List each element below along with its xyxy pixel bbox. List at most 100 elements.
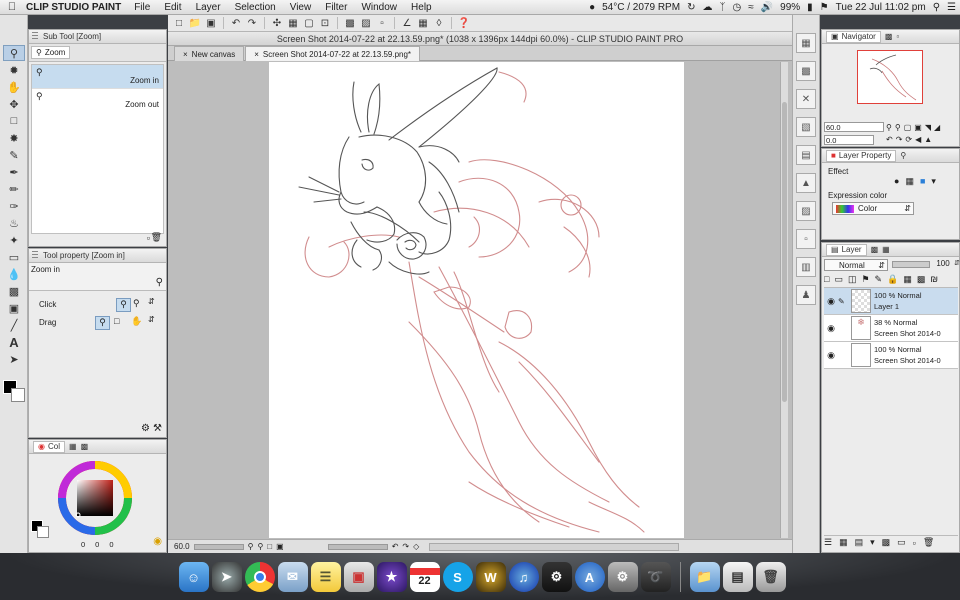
warcraft-icon[interactable]: W [475, 562, 506, 592]
eye-icon[interactable]: ◉ [824, 296, 838, 307]
zoom-tool-icon[interactable]: ⚲ [3, 45, 25, 61]
navigator-rotate-field[interactable]: 0.0 [824, 135, 874, 145]
vertical-scrollbar[interactable] [780, 62, 788, 538]
effect-dropdown-icon[interactable]: ▾ [931, 176, 936, 187]
eyedropper-icon[interactable]: ✎ [3, 147, 25, 163]
apple-icon[interactable]:  [0, 1, 24, 13]
undo-icon[interactable]: ↶ [229, 17, 243, 30]
invert-selection-icon[interactable]: ▨ [359, 17, 373, 30]
drag-stepper[interactable]: ⇵ [148, 315, 155, 324]
nav-flip-h-icon[interactable]: ◥ [925, 123, 931, 132]
combine-icon[interactable]: ▭ [897, 537, 906, 548]
gradient-icon[interactable]: ▣ [3, 300, 25, 316]
transform-icon[interactable]: ▢ [302, 17, 316, 30]
layer-tab-extra-icon[interactable]: ▩ [871, 245, 879, 254]
mail-icon[interactable]: ✉ [277, 562, 308, 592]
new-vector-icon[interactable]: ▭ [834, 274, 843, 285]
material-icon-3[interactable]: ✕ [796, 89, 816, 109]
click-zoom-out-icon[interactable]: ⚲ [133, 298, 140, 309]
settings-gear-icon[interactable]: ⚙ [141, 423, 150, 434]
subview-tab-icon[interactable]: ▩ [885, 32, 893, 41]
layer-row[interactable]: ◉ ✎ 100 % Normal Layer 1 [824, 288, 958, 315]
search-layer-tab-icon[interactable]: ⚲ [900, 151, 906, 160]
wifi-icon[interactable]: ≈ [748, 2, 754, 13]
finder-icon[interactable]: ☺ [178, 562, 209, 592]
pencil-tool-icon[interactable]: ✏ [3, 181, 25, 197]
nav-rotate-right-icon[interactable]: ↷ [896, 135, 903, 144]
nav-fit-icon[interactable]: ▢ [904, 123, 912, 132]
horizontal-scrollbar[interactable] [429, 542, 680, 551]
auto-select-icon[interactable]: ✸ [3, 130, 25, 146]
trash-can-icon[interactable]: 🗑 [755, 562, 786, 592]
trash-icon[interactable]: 🗑 [151, 232, 162, 243]
spotlight-icon[interactable]: ⚲ [933, 2, 940, 13]
wrench-icon[interactable]: ⚲ [156, 277, 163, 288]
subtool-item-zoom-in[interactable]: ⚲ Zoom in [32, 65, 163, 88]
tab-new-canvas[interactable]: × New canvas [174, 46, 245, 61]
steam-icon[interactable]: ⚙ [541, 562, 572, 592]
color-wheel-tab[interactable]: ◉ Col [33, 440, 65, 453]
app-menu[interactable]: CLIP STUDIO PAINT [24, 2, 127, 13]
eye-icon[interactable]: ◉ [824, 350, 838, 361]
duplicate-layer-icon[interactable]: ▫ [913, 538, 916, 548]
menu-edit[interactable]: Edit [157, 2, 188, 13]
effect-color-icon[interactable]: ■ [920, 176, 925, 187]
skype-icon[interactable]: S [442, 562, 473, 592]
figure-icon[interactable]: ╱ [3, 317, 25, 333]
time-machine-icon[interactable]: ◷ [732, 2, 741, 13]
animation-tab-icon[interactable]: ▦ [882, 245, 890, 254]
tab-close-icon[interactable]: × [254, 50, 259, 59]
nav-flip2-icon[interactable]: ▲ [924, 135, 932, 144]
new-raster-icon[interactable]: □ [824, 274, 829, 284]
selection-tool-icon[interactable]: □ [3, 113, 25, 129]
material-icon-7[interactable]: ▨ [796, 201, 816, 221]
clear-icon[interactable]: ✣ [270, 17, 284, 30]
nav-zoom-in-icon[interactable]: ⚲ [895, 123, 901, 132]
click-stepper[interactable]: ⇵ [148, 297, 155, 306]
volume-icon[interactable]: 🔊 [761, 2, 773, 13]
mask-icon[interactable]: ▩ [917, 274, 926, 285]
menu-filter[interactable]: Filter [318, 2, 354, 13]
menu-window[interactable]: Window [354, 2, 404, 13]
temperature-icon[interactable]: ● [589, 2, 595, 13]
opacity-stepper[interactable]: ⇵ [954, 259, 960, 267]
rotate-left-icon[interactable]: ↶ [392, 542, 399, 551]
tab-screenshot[interactable]: × Screen Shot 2014-07-22 at 22.13.59.png* [245, 46, 421, 61]
bluetooth-icon[interactable]: ᛉ [719, 2, 725, 13]
text-tool-icon[interactable]: A [3, 334, 25, 350]
material-icon-10[interactable]: ♟ [796, 285, 816, 305]
fit-icon[interactable]: □ [267, 542, 272, 551]
expression-color-select[interactable]: Color ⇵ [832, 202, 914, 215]
documents-stack-icon[interactable]: ▤ [722, 562, 753, 592]
merge-icon[interactable]: ▩ [882, 537, 891, 548]
decoration-icon[interactable]: ✦ [3, 232, 25, 248]
imovie-icon[interactable]: ★ [376, 562, 407, 592]
navigator-tab[interactable]: ▣ Navigator [826, 30, 881, 43]
clock[interactable]: Tue 22 Jul 11:02 pm [836, 2, 926, 13]
layer-property-tab[interactable]: ■ Layer Property [826, 149, 897, 162]
zoom-out-button-icon[interactable]: ⚲ [248, 542, 254, 551]
info-tab-icon[interactable]: ▫ [896, 32, 899, 41]
help-icon[interactable]: ❓ [457, 17, 471, 30]
vertical-scroll-thumb[interactable] [782, 102, 787, 402]
layer-row[interactable]: ◉ 100 % Normal Screen Shot 2014-0 [824, 342, 958, 369]
notifications-icon[interactable]: ☰ [947, 2, 956, 13]
preview-icon[interactable]: ▣ [343, 562, 374, 592]
new-folder-icon[interactable]: ▤ [855, 537, 864, 548]
rotate-right-icon[interactable]: ↷ [402, 542, 409, 551]
itunes-icon[interactable]: ♫ [508, 562, 539, 592]
snap-special-icon[interactable]: ◊ [432, 17, 446, 30]
move-tool-icon[interactable]: ✥ [3, 96, 25, 112]
nav-zoom-out-icon[interactable]: ⚲ [886, 123, 892, 132]
material-icon-1[interactable]: ▦ [796, 33, 816, 53]
zoom-in-button-icon[interactable]: ⚲ [257, 542, 263, 551]
material-icon-6[interactable]: ▲ [796, 173, 816, 193]
effect-tone-icon[interactable]: ▦ [905, 176, 914, 187]
material-icon-2[interactable]: ▩ [796, 61, 816, 81]
clipping-icon[interactable]: ◫ [848, 274, 857, 285]
save-icon[interactable]: ▣ [204, 17, 218, 30]
lock-transparent-icon[interactable]: ▦ [903, 274, 912, 285]
layer-menu-icon[interactable]: ☰ [824, 537, 832, 548]
new-layer-icon[interactable]: ▦ [839, 537, 848, 548]
color-history-tab[interactable]: ▩ [81, 442, 89, 451]
